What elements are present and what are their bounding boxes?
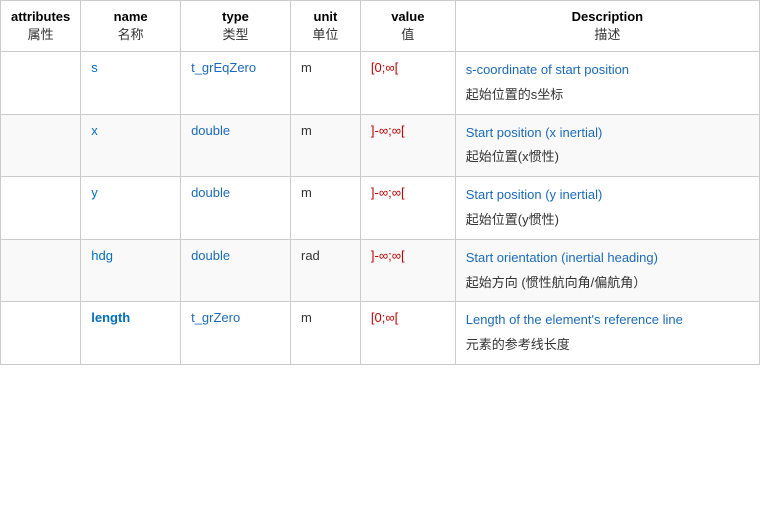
cell-type: double — [181, 239, 291, 302]
col-header-attributes: attributes 属性 — [1, 1, 81, 52]
col-header-value-label: value — [391, 9, 424, 24]
cell-description: Start orientation (inertial heading) 起始方向… — [455, 239, 759, 302]
desc-block: Start orientation (inertial heading) 起始方向… — [466, 248, 749, 294]
cell-unit: m — [290, 114, 360, 177]
cell-name: y — [81, 177, 181, 240]
col-header-type-sub: 类型 — [191, 24, 280, 43]
cell-name: hdg — [81, 239, 181, 302]
desc-block: Length of the element's reference line 元素… — [466, 310, 749, 356]
cell-attributes — [1, 239, 81, 302]
col-header-name-label: name — [114, 9, 148, 24]
cell-type-value: double — [191, 123, 230, 138]
cell-value: ]-∞;∞[ — [360, 114, 455, 177]
table-row: x double m ]-∞;∞[ Start position (x inertial… — [1, 114, 760, 177]
cell-description: s-coordinate of start position 起始位置的s坐标 — [455, 52, 759, 115]
col-header-value-sub: 值 — [371, 24, 445, 43]
col-header-desc-sub: 描述 — [466, 24, 749, 43]
cell-attributes — [1, 177, 81, 240]
col-header-attributes-label: attributes — [11, 9, 70, 24]
col-header-description: Description 描述 — [455, 1, 759, 52]
table-row: hdg double rad ]-∞;∞[ Start orientation (ine… — [1, 239, 760, 302]
cell-value-text: ]-∞;∞[ — [371, 123, 405, 138]
desc-block: Start position (x inertial) 起始位置(x惯性) — [466, 123, 749, 169]
desc-chinese: 起始方向 (惯性航向角/偏航角） — [466, 275, 647, 290]
desc-english: s-coordinate of start position — [466, 60, 749, 81]
desc-chinese: 起始位置的s坐标 — [466, 87, 564, 102]
cell-attributes — [1, 52, 81, 115]
desc-english: Start position (x inertial) — [466, 123, 749, 144]
cell-unit: rad — [290, 239, 360, 302]
table-row: length t_grZero m [0;∞[ Length of the elemen… — [1, 302, 760, 365]
cell-value: ]-∞;∞[ — [360, 177, 455, 240]
table-row: s t_grEqZero m [0;∞[ s-coordinate of start p… — [1, 52, 760, 115]
table-header-row: attributes 属性 name 名称 type 类型 unit 单位 va… — [1, 1, 760, 52]
col-header-unit-sub: 单位 — [301, 24, 350, 43]
cell-type-value: double — [191, 185, 230, 200]
cell-attributes — [1, 302, 81, 365]
col-header-attributes-sub: 属性 — [11, 24, 70, 43]
cell-description: Start position (x inertial) 起始位置(x惯性) — [455, 114, 759, 177]
cell-value: ]-∞;∞[ — [360, 239, 455, 302]
cell-type-value: double — [191, 248, 230, 263]
cell-value-text: [0;∞[ — [371, 310, 398, 325]
desc-block: s-coordinate of start position 起始位置的s坐标 — [466, 60, 749, 106]
cell-unit: m — [290, 177, 360, 240]
cell-type: t_grZero — [181, 302, 291, 365]
cell-name-value: x — [91, 123, 98, 138]
cell-description: Length of the element's reference line 元素… — [455, 302, 759, 365]
cell-attributes — [1, 114, 81, 177]
desc-english: Length of the element's reference line — [466, 310, 749, 331]
cell-description: Start position (y inertial) 起始位置(y惯性) — [455, 177, 759, 240]
cell-type: t_grEqZero — [181, 52, 291, 115]
desc-chinese: 起始位置(y惯性) — [466, 212, 559, 227]
cell-name-value: y — [91, 185, 98, 200]
desc-english: Start position (y inertial) — [466, 185, 749, 206]
desc-chinese: 元素的参考线长度 — [466, 337, 570, 352]
col-header-value: value 值 — [360, 1, 455, 52]
cell-value-text: [0;∞[ — [371, 60, 398, 75]
col-header-unit: unit 单位 — [290, 1, 360, 52]
cell-name-value: length — [91, 310, 130, 325]
cell-unit: m — [290, 302, 360, 365]
cell-value: [0;∞[ — [360, 52, 455, 115]
cell-type: double — [181, 177, 291, 240]
cell-type: double — [181, 114, 291, 177]
desc-chinese: 起始位置(x惯性) — [466, 149, 559, 164]
col-header-desc-label: Description — [572, 9, 644, 24]
cell-name-value: hdg — [91, 248, 113, 263]
col-header-name: name 名称 — [81, 1, 181, 52]
cell-value: [0;∞[ — [360, 302, 455, 365]
col-header-type-label: type — [222, 9, 249, 24]
col-header-name-sub: 名称 — [91, 24, 170, 43]
col-header-type: type 类型 — [181, 1, 291, 52]
table-row: y double m ]-∞;∞[ Start position (y inertial… — [1, 177, 760, 240]
col-header-unit-label: unit — [314, 9, 338, 24]
cell-name: x — [81, 114, 181, 177]
desc-block: Start position (y inertial) 起始位置(y惯性) — [466, 185, 749, 231]
cell-value-text: ]-∞;∞[ — [371, 248, 405, 263]
cell-name: s — [81, 52, 181, 115]
cell-type-value: t_grEqZero — [191, 60, 256, 75]
attributes-table: attributes 属性 name 名称 type 类型 unit 单位 va… — [0, 0, 760, 365]
cell-value-text: ]-∞;∞[ — [371, 185, 405, 200]
cell-type-value: t_grZero — [191, 310, 240, 325]
cell-unit: m — [290, 52, 360, 115]
desc-english: Start orientation (inertial heading) — [466, 248, 749, 269]
cell-name: length — [81, 302, 181, 365]
cell-name-value: s — [91, 60, 98, 75]
